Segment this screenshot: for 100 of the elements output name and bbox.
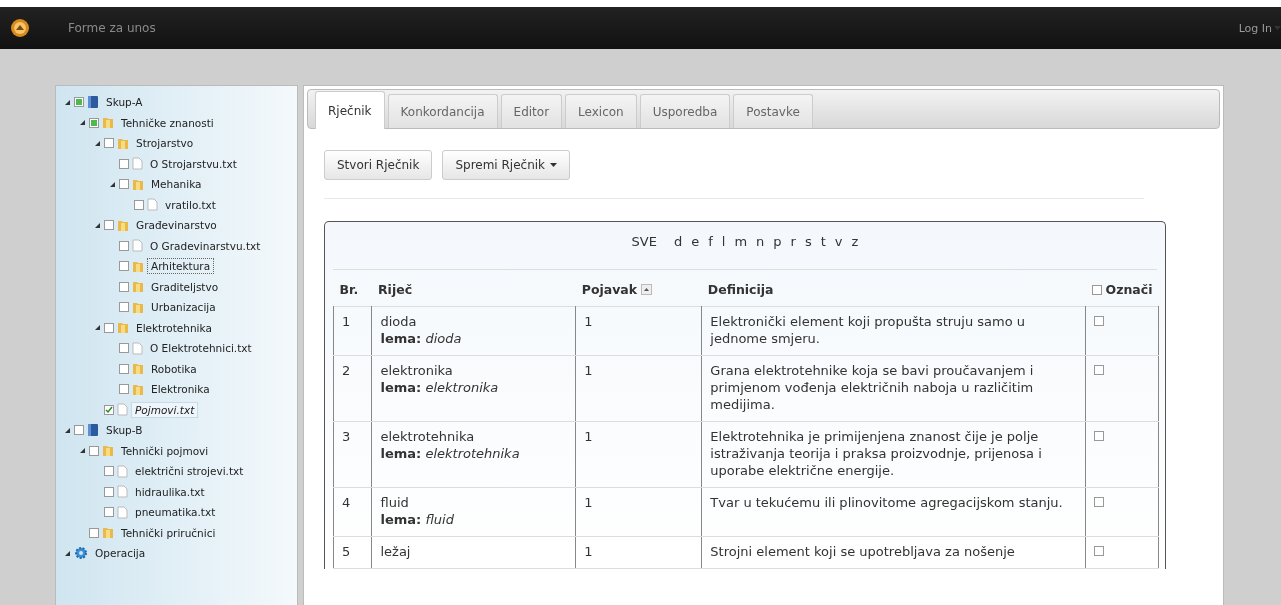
checkbox[interactable]	[89, 527, 99, 538]
file-icon	[132, 341, 143, 355]
file-icon	[117, 485, 128, 499]
tree-item[interactable]: Pojmovi.txt	[131, 401, 199, 418]
tree-item[interactable]: Graditeljstvo	[147, 278, 223, 295]
tree-item[interactable]: Strojarstvo	[132, 135, 198, 152]
tree-item[interactable]: Skup-A	[102, 94, 147, 111]
letter-link[interactable]: s	[804, 234, 812, 249]
checkbox[interactable]	[119, 261, 129, 272]
tree-item[interactable]: električni strojevi.txt	[131, 463, 248, 480]
column-header: Označi	[1105, 282, 1153, 297]
letter-link[interactable]: l	[721, 234, 726, 249]
expand-arrow-icon[interactable]	[94, 139, 101, 147]
checkbox[interactable]	[104, 486, 114, 497]
tree-item[interactable]: pneumatika.txt	[131, 504, 220, 521]
tab[interactable]: Rječnik	[315, 91, 385, 129]
expand-arrow-icon[interactable]	[64, 426, 71, 434]
table-cell: 4	[342, 494, 351, 510]
checkbox[interactable]	[104, 220, 114, 231]
checkbox[interactable]	[119, 302, 129, 313]
letter-link[interactable]: e	[691, 234, 700, 249]
tab[interactable]: Postavke	[733, 94, 813, 128]
table-cell: 1	[342, 313, 351, 329]
expand-arrow-icon[interactable]	[79, 447, 86, 455]
folder-icon	[117, 321, 129, 335]
checkbox[interactable]	[119, 281, 129, 292]
tree-item[interactable]: O Elektrotehnici.txt	[146, 340, 256, 357]
tree-item[interactable]: O Strojarstvu.txt	[146, 155, 241, 172]
checkbox[interactable]	[1091, 284, 1102, 295]
tree-item[interactable]: Operacija	[91, 545, 150, 562]
tree-item[interactable]: Građevinarstvo	[132, 217, 221, 234]
tree-item[interactable]: Tehničke znanosti	[117, 114, 218, 131]
checkbox[interactable]	[104, 404, 114, 415]
expand-arrow-icon[interactable]	[94, 324, 101, 332]
tree-item[interactable]: O Gradevinarstvu.txt	[146, 237, 265, 254]
checkbox[interactable]	[119, 240, 129, 251]
letter-link[interactable]: f	[708, 234, 713, 249]
file-icon	[117, 505, 128, 519]
tab[interactable]: Lexicon	[565, 94, 637, 128]
checkbox[interactable]	[119, 343, 129, 354]
dropdown-button[interactable]: Spremi Rječnik	[442, 150, 571, 180]
letter-link[interactable]: p	[773, 234, 782, 249]
logo-icon[interactable]	[10, 18, 30, 38]
column-header: Br.	[339, 282, 359, 298]
checkbox[interactable]	[1094, 496, 1105, 507]
tree-item[interactable]: Skup-B	[102, 422, 147, 439]
button[interactable]: Stvori Rječnik	[324, 150, 433, 180]
table-cell: 1	[584, 428, 593, 444]
tree-item[interactable]: vratilo.txt	[161, 196, 220, 213]
checkbox[interactable]	[1094, 545, 1105, 556]
word-text: dioda	[380, 312, 418, 330]
tab[interactable]: Usporedba	[639, 94, 731, 128]
tree-item[interactable]: hidraulika.txt	[131, 483, 209, 500]
checkbox[interactable]	[1094, 430, 1105, 441]
tree-item[interactable]: Urbanizacija	[147, 299, 220, 316]
checkbox[interactable]	[119, 384, 129, 395]
checkbox[interactable]	[119, 179, 129, 190]
letter-link[interactable]: n	[756, 234, 765, 249]
tree-item[interactable]: Elektronika	[147, 381, 214, 398]
tab[interactable]: Konkordancija	[387, 94, 498, 128]
checkbox[interactable]	[89, 445, 99, 456]
checkbox[interactable]	[134, 199, 144, 210]
letter-link[interactable]: v	[834, 234, 843, 249]
column-header[interactable]: Pojavak	[581, 282, 638, 298]
expand-arrow-icon[interactable]	[64, 549, 71, 557]
lemma-text: lema: dioda	[380, 329, 463, 347]
checkbox[interactable]	[119, 158, 129, 169]
brand-title[interactable]: Forme za unos	[68, 21, 1239, 35]
checkbox[interactable]	[104, 507, 114, 518]
file-icon	[132, 157, 143, 171]
login-link[interactable]: Log In	[1238, 21, 1281, 35]
letter-link[interactable]: SVE	[631, 234, 657, 249]
checkbox[interactable]	[104, 322, 114, 333]
sort-icon[interactable]	[641, 284, 653, 296]
letter-link[interactable]: z	[851, 234, 859, 249]
checkbox[interactable]	[119, 363, 129, 374]
tree-item[interactable]: Elektrotehnika	[132, 319, 216, 336]
checkbox[interactable]	[74, 425, 84, 436]
letter-link[interactable]: m	[734, 234, 748, 249]
tree-item[interactable]: Arhitektura	[147, 258, 215, 275]
definition-text: Elektrotehnika je primijenjena znanost čije je polje istraživanja teorija i praksa proizvodnje, prijenosa i uporabe električne energije.	[710, 427, 1043, 479]
tree-item[interactable]: Tehnički priručnici	[117, 524, 220, 541]
expand-arrow-icon[interactable]	[64, 98, 71, 106]
expand-arrow-icon[interactable]	[94, 221, 101, 229]
tree-item[interactable]: Robotika	[147, 360, 201, 377]
tree-item[interactable]: Tehnički pojmovi	[117, 442, 213, 459]
checkbox[interactable]	[1094, 364, 1105, 375]
book-icon	[87, 423, 99, 438]
tab[interactable]: Editor	[500, 94, 563, 128]
letter-link[interactable]: d	[673, 234, 683, 249]
column-header: Riječ	[377, 282, 413, 298]
letter-link[interactable]: r	[790, 234, 796, 249]
gear-icon	[74, 546, 88, 561]
checkbox[interactable]	[104, 466, 114, 477]
checkbox[interactable]	[1094, 315, 1105, 326]
checkbox[interactable]	[104, 138, 114, 149]
expand-arrow-icon[interactable]	[109, 180, 116, 188]
expand-arrow-icon[interactable]	[79, 119, 86, 127]
tree-item[interactable]: Mehanika	[147, 176, 206, 193]
letter-link[interactable]: t	[820, 234, 826, 249]
